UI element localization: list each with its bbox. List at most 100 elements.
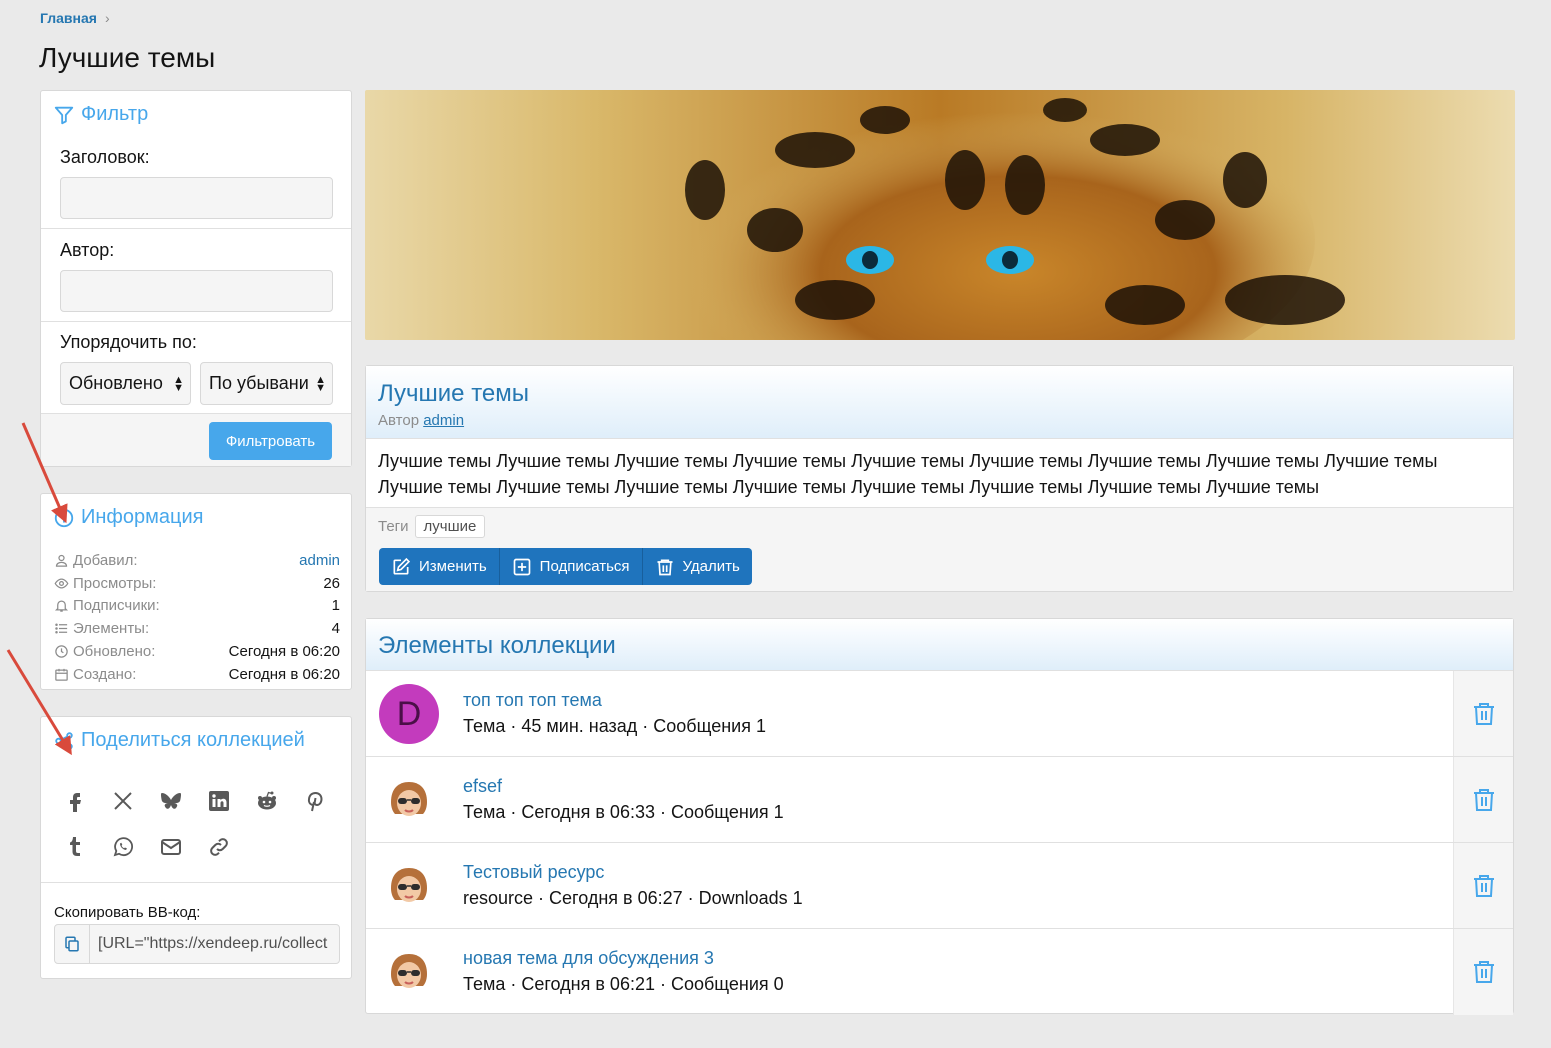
author-input[interactable] <box>60 270 333 312</box>
reddit-icon[interactable] <box>253 787 281 815</box>
trash-icon <box>1473 874 1494 897</box>
bell-icon <box>54 600 69 613</box>
info-row-created: Создано: Сегодня в 06:20 <box>54 663 340 686</box>
collection-author-link[interactable]: admin <box>423 412 464 429</box>
collection-block: Лучшие темы Автор admin Лучшие темы Лучш… <box>365 365 1514 592</box>
bb-code-value: [URL="https://xendeep.ru/collect <box>98 935 328 952</box>
info-block: Информация Добавил: admin Просмотры: 26 … <box>40 493 352 690</box>
list-icon <box>55 623 68 634</box>
tags: Теги лучшие <box>378 515 486 538</box>
memoji-avatar-image <box>391 868 427 902</box>
breadcrumb: Главная › <box>40 10 110 26</box>
facebook-icon[interactable] <box>61 787 89 815</box>
share-title-text: Поделиться коллекцией <box>81 729 305 751</box>
filter-row-author: Автор: <box>41 229 351 322</box>
page-title: Лучшие темы <box>39 42 216 73</box>
filter-button[interactable]: Фильтровать <box>209 422 332 460</box>
title-input[interactable] <box>60 177 333 219</box>
author-prefix: Автор <box>378 412 420 429</box>
filter-footer: Фильтровать <box>41 413 351 466</box>
bb-code-field[interactable]: [URL="https://xendeep.ru/collect <box>54 924 340 964</box>
user-icon <box>55 554 68 567</box>
select-arrows-icon: ▲ ▼ <box>315 373 326 394</box>
info-key: Добавил: <box>73 551 138 569</box>
collection-author: Автор admin <box>378 412 464 429</box>
trash-icon <box>1473 788 1494 811</box>
item-title-link[interactable]: efsef <box>463 776 502 797</box>
info-list: Добавил: admin Просмотры: 26 Подписчики:… <box>54 549 340 686</box>
item-meta: resource · Сегодня в 06:27 · Downloads 1 <box>463 888 803 908</box>
list-item: efsef Тема · Сегодня в 06:33 · Сообщения… <box>366 757 1513 843</box>
edit-button[interactable]: Изменить <box>379 548 500 585</box>
filter-block: Фильтр Заголовок: Автор: Упорядочить по:… <box>40 90 352 467</box>
edit-button-label: Изменить <box>419 558 487 575</box>
bb-code-label: Скопировать BB-код: <box>54 904 201 921</box>
subscribe-button[interactable]: Подписаться <box>500 548 643 585</box>
email-icon[interactable] <box>157 833 185 861</box>
select-arrows-icon: ▲ ▼ <box>173 373 184 394</box>
tumblr-icon[interactable] <box>61 833 89 861</box>
trash-icon <box>657 559 673 575</box>
info-value: Сегодня в 06:20 <box>228 643 340 661</box>
x-icon[interactable] <box>109 787 137 815</box>
item-meta: Тема · Сегодня в 06:33 · Сообщения 1 <box>463 802 784 822</box>
breadcrumb-home-link[interactable]: Главная <box>40 10 97 26</box>
remove-item-button[interactable] <box>1453 843 1513 928</box>
avatar[interactable]: D <box>379 684 439 744</box>
remove-item-button[interactable] <box>1453 929 1513 1015</box>
title-label: Заголовок: <box>60 147 150 167</box>
trash-icon <box>1473 702 1494 725</box>
list-item: D топ топ топ тема Тема · 45 мин. назад … <box>366 671 1513 757</box>
calendar-icon <box>55 668 68 681</box>
clock-icon <box>55 645 68 658</box>
avatar[interactable] <box>379 942 439 1002</box>
memoji-avatar-image <box>391 954 427 988</box>
link-icon[interactable] <box>205 833 233 861</box>
share-block: Поделиться коллекцией Скопировать BB-код… <box>40 716 352 979</box>
sort-order-value: По убывани <box>209 373 309 393</box>
items-header: Элементы коллекции <box>366 619 1513 671</box>
list-item: новая тема для обсуждения 3 Тема · Сегод… <box>366 929 1513 1015</box>
sort-field-select[interactable]: Обновлено ▲ ▼ <box>60 362 191 405</box>
info-value: 26 <box>323 574 340 592</box>
trash-icon <box>1473 961 1494 983</box>
tag[interactable]: лучшие <box>414 515 486 538</box>
share-icon <box>55 731 73 750</box>
avatar[interactable] <box>379 770 439 830</box>
collection-title: Лучшие темы <box>378 380 530 407</box>
info-key: Подписчики: <box>73 597 160 615</box>
share-title: Поделиться коллекцией <box>53 729 305 752</box>
info-title: Информация <box>53 506 203 529</box>
info-author-link[interactable]: admin <box>299 552 340 569</box>
delete-button[interactable]: Удалить <box>643 548 752 585</box>
pinterest-icon[interactable] <box>301 787 329 815</box>
remove-item-button[interactable] <box>1453 757 1513 842</box>
sort-label: Упорядочить по: <box>60 332 197 352</box>
info-key: Элементы: <box>73 620 150 638</box>
item-title-link[interactable]: новая тема для обсуждения 3 <box>463 948 714 969</box>
avatar[interactable] <box>379 856 439 916</box>
divider <box>41 882 351 883</box>
item-title-link[interactable]: топ топ топ тема <box>463 690 602 711</box>
author-label: Автор: <box>60 240 115 260</box>
linkedin-icon[interactable] <box>205 787 233 815</box>
bluesky-icon[interactable] <box>157 787 185 815</box>
list-item: Тестовый ресурс resource · Сегодня в 06:… <box>366 843 1513 929</box>
edit-icon <box>393 557 411 574</box>
info-row-added-by: Добавил: admin <box>54 549 340 572</box>
item-title-link[interactable]: Тестовый ресурс <box>463 862 604 883</box>
info-value: 4 <box>331 620 340 638</box>
filter-row-title: Заголовок: <box>41 91 351 229</box>
collection-banner <box>365 90 1515 340</box>
chevron-right-icon: › <box>104 10 110 26</box>
info-row-views: Просмотры: 26 <box>54 572 340 595</box>
copy-icon[interactable] <box>55 925 90 963</box>
sort-order-select[interactable]: По убывани ▲ ▼ <box>200 362 333 405</box>
collection-header: Лучшие темы Автор admin <box>366 366 1513 439</box>
whatsapp-icon[interactable] <box>109 833 137 861</box>
info-key: Создано: <box>73 665 137 683</box>
item-meta: Тема · Сегодня в 06:21 · Сообщения 0 <box>463 974 784 994</box>
collection-description: Лучшие темы Лучшие темы Лучшие темы Лучш… <box>378 451 1438 497</box>
remove-item-button[interactable] <box>1453 671 1513 756</box>
item-meta: Тема · 45 мин. назад · Сообщения 1 <box>463 716 766 736</box>
